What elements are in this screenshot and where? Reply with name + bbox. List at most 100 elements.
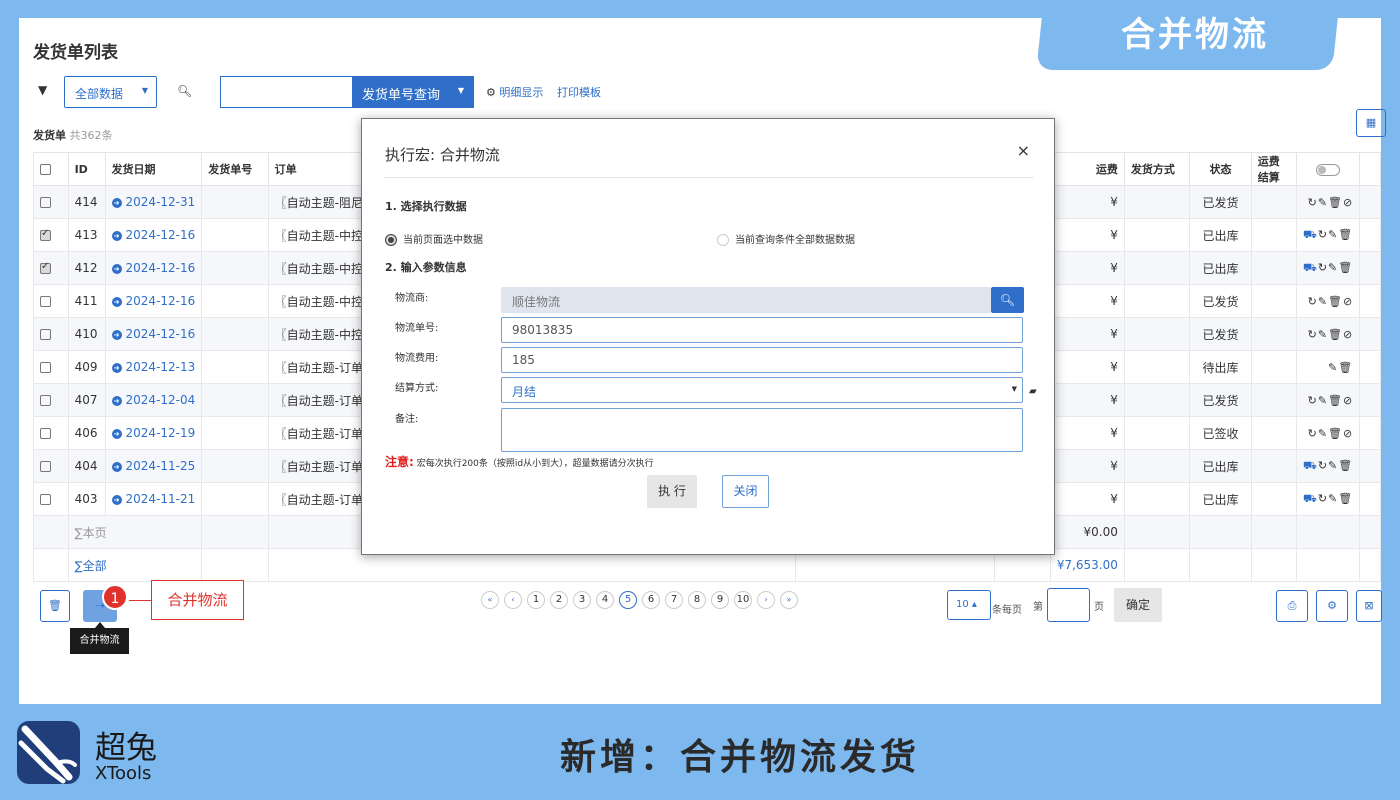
page-9-button[interactable]: 9 xyxy=(711,591,729,609)
col-id[interactable]: ID xyxy=(67,152,106,186)
col-method[interactable]: 发货方式 xyxy=(1123,152,1191,186)
row-date[interactable]: ➜ 2024-12-16 xyxy=(104,251,203,285)
row-date[interactable]: ➜ 2024-11-25 xyxy=(104,449,203,483)
carrier-search-icon[interactable]: 🔍︎ xyxy=(991,287,1024,313)
row-id: 403 xyxy=(67,482,106,516)
row-date[interactable]: ➜ 2024-12-16 xyxy=(104,317,203,351)
arrow-right-icon: ➜ xyxy=(111,494,122,505)
column-toggle[interactable] xyxy=(1316,163,1341,176)
row-actions[interactable]: ✎🗑 xyxy=(1295,350,1361,384)
row-checkbox[interactable] xyxy=(33,317,69,351)
book-icon[interactable]: ▰ xyxy=(1029,386,1037,397)
export-excel-icon[interactable]: ⊠ xyxy=(1356,590,1382,622)
row-checkbox[interactable] xyxy=(33,185,69,219)
col-settle[interactable]: 运费结算 xyxy=(1250,152,1297,186)
radio-selected-data[interactable]: 当前页面选中数据 xyxy=(385,231,483,246)
row-actions[interactable]: ↻✎🗑⊘ xyxy=(1295,185,1361,219)
col-shipment-no[interactable]: 发货单号 xyxy=(201,152,269,186)
row-checkbox[interactable] xyxy=(33,416,69,450)
row-actions[interactable]: ⛟↻✎🗑 xyxy=(1295,482,1361,516)
row-checkbox[interactable] xyxy=(33,284,69,318)
print-template-link[interactable]: 打印模板 xyxy=(557,84,601,100)
row-date[interactable]: ➜ 2024-12-31 xyxy=(104,185,203,219)
row-date[interactable]: ➜ 2024-11-21 xyxy=(104,482,203,516)
row-actions[interactable]: ⛟↻✎🗑 xyxy=(1295,449,1361,483)
callout-line xyxy=(129,600,151,601)
detail-link[interactable]: ⚙ 明细显示 xyxy=(486,84,543,100)
carrier-field[interactable]: 顺佳物流 xyxy=(501,287,991,313)
row-date[interactable]: ➜ 2024-12-16 xyxy=(104,284,203,318)
row-actions[interactable]: ↻✎🗑⊘ xyxy=(1295,383,1361,417)
row-actions[interactable]: ⛟↻✎🗑 xyxy=(1295,218,1361,252)
row-checkbox[interactable] xyxy=(33,383,69,417)
page-2-button[interactable]: 2 xyxy=(550,591,568,609)
per-page-label: 条每页 xyxy=(992,605,1022,616)
page-8-button[interactable]: 8 xyxy=(688,591,706,609)
row-date[interactable]: ➜ 2024-12-16 xyxy=(104,218,203,252)
scope-select[interactable]: 全部数据 ▼ xyxy=(64,76,157,108)
page-6-button[interactable]: 6 xyxy=(642,591,660,609)
page-suffix: 页 xyxy=(1094,602,1104,613)
row-checkbox[interactable] xyxy=(33,350,69,384)
next-page-button[interactable]: › xyxy=(757,591,775,609)
row-checkbox[interactable] xyxy=(33,449,69,483)
first-page-button[interactable]: « xyxy=(481,591,499,609)
row-id: 414 xyxy=(67,185,106,219)
per-page-select[interactable]: 10 ▴ xyxy=(947,590,991,620)
page-10-button[interactable]: 10 xyxy=(734,591,752,609)
row-id: 413 xyxy=(67,218,106,252)
query-button[interactable]: 发货单号查询 ▼ xyxy=(352,76,474,108)
filter-icon[interactable]: ▼ xyxy=(38,83,47,97)
brand-name-en: XTools xyxy=(95,763,152,784)
row-date[interactable]: ➜ 2024-12-04 xyxy=(104,383,203,417)
row-id: 404 xyxy=(67,449,106,483)
row-actions[interactable]: ↻✎🗑⊘ xyxy=(1295,284,1361,318)
xtools-logo xyxy=(17,721,80,784)
remark-label: 备注: xyxy=(395,414,419,425)
page-3-button[interactable]: 3 xyxy=(573,591,591,609)
row-actions[interactable]: ↻✎🗑⊘ xyxy=(1295,317,1361,351)
tracking-field[interactable]: 98013835 xyxy=(501,317,1023,343)
close-icon[interactable]: × xyxy=(1017,141,1030,160)
print-icon[interactable]: ⎙ xyxy=(1276,590,1308,622)
fee-label: 物流费用: xyxy=(395,353,439,364)
last-page-button[interactable]: » xyxy=(780,591,798,609)
confirm-page-button[interactable]: 确定 xyxy=(1114,588,1162,622)
page-title: 发货单列表 xyxy=(33,43,118,63)
fee-field[interactable]: 185 xyxy=(501,347,1023,373)
radio-all-data[interactable]: 当前查询条件全部数据数据 xyxy=(717,231,855,246)
row-actions[interactable]: ↻✎🗑⊘ xyxy=(1295,416,1361,450)
page-number-input[interactable] xyxy=(1047,588,1090,622)
page-1-button[interactable]: 1 xyxy=(527,591,545,609)
page-7-button[interactable]: 7 xyxy=(665,591,683,609)
gear-icon: ⚙ xyxy=(486,86,496,99)
page-5-button[interactable]: 5 xyxy=(619,591,637,609)
execute-button[interactable]: 执 行 xyxy=(647,475,697,508)
prev-page-button[interactable]: ‹ xyxy=(504,591,522,609)
row-id: 410 xyxy=(67,317,106,351)
col-status[interactable]: 状态 xyxy=(1189,152,1252,186)
close-button[interactable]: 关闭 xyxy=(722,475,769,508)
select-all-checkbox[interactable] xyxy=(33,152,69,186)
row-checkbox[interactable] xyxy=(33,482,69,516)
dialog-title: 执行宏: 合并物流 xyxy=(385,146,500,164)
row-checkbox[interactable] xyxy=(33,251,69,285)
query-input[interactable] xyxy=(220,76,353,108)
arrow-right-icon: ➜ xyxy=(111,263,122,274)
row-date[interactable]: ➜ 2024-12-13 xyxy=(104,350,203,384)
row-checkbox[interactable] xyxy=(33,218,69,252)
column-grid-icon[interactable]: ▦ xyxy=(1356,109,1386,137)
row-date[interactable]: ➜ 2024-12-19 xyxy=(104,416,203,450)
row-freight: ¥ xyxy=(1049,317,1125,351)
col-date[interactable]: 发货日期 xyxy=(104,152,203,186)
col-freight[interactable]: 运费 xyxy=(1049,152,1125,186)
row-actions[interactable]: ⛟↻✎🗑 xyxy=(1295,251,1361,285)
remark-textarea[interactable] xyxy=(501,408,1023,452)
row-status: 已签收 xyxy=(1189,416,1252,450)
settle-select[interactable]: 月结 ▼ xyxy=(501,377,1023,403)
row-status: 待出库 xyxy=(1189,350,1252,384)
settings-icon[interactable]: ⚙ xyxy=(1316,590,1348,622)
divider xyxy=(384,177,1034,178)
page-4-button[interactable]: 4 xyxy=(596,591,614,609)
delete-button[interactable]: 🗑 xyxy=(40,590,70,622)
